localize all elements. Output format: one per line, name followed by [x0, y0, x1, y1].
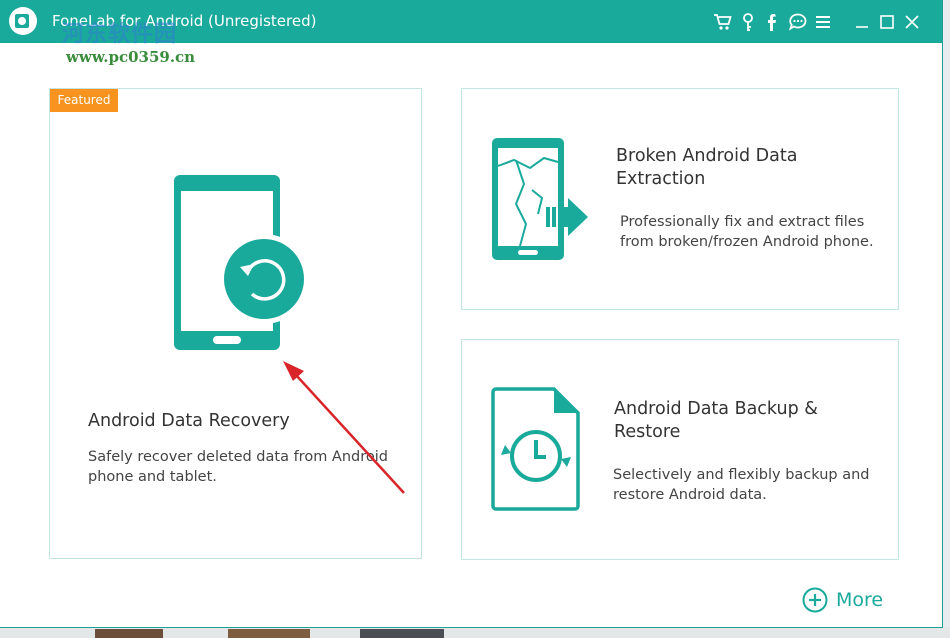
close-icon[interactable]	[900, 10, 924, 34]
featured-badge: Featured	[50, 89, 118, 112]
recovery-description: Safely recover deleted data from Android…	[88, 449, 388, 485]
app-window: FoneLab for Android (Unregistered) 河东软件园…	[0, 0, 942, 627]
phone-recovery-icon	[174, 175, 306, 350]
menu-icon[interactable]	[811, 10, 835, 34]
facebook-icon[interactable]	[761, 10, 785, 34]
broken-phone-icon	[492, 138, 588, 260]
backup-restore-title: Android Data Backup & Restore	[614, 399, 818, 442]
cart-icon[interactable]	[711, 10, 735, 34]
maximize-icon[interactable]	[875, 10, 899, 34]
chat-icon[interactable]	[786, 10, 810, 34]
app-logo-icon	[9, 7, 37, 35]
backup-clock-icon	[491, 387, 580, 511]
watermark-url: www.pc0359.cn	[66, 48, 196, 66]
desktop-background	[942, 0, 950, 638]
desktop-thumbnail	[95, 629, 163, 638]
plus-circle-icon	[802, 587, 828, 613]
android-data-recovery-card[interactable]: Featured Android Data Recovery Safely re…	[49, 88, 422, 559]
desktop-thumbnail	[228, 629, 310, 638]
broken-extraction-description: Professionally fix and extract files fro…	[620, 214, 874, 250]
more-button[interactable]: More	[802, 587, 883, 613]
watermark-site-name: 河东软件园	[62, 21, 178, 47]
more-label: More	[836, 589, 884, 611]
key-icon[interactable]	[736, 10, 760, 34]
desktop-thumbnail	[360, 629, 444, 638]
data-backup-restore-card[interactable]: Android Data Backup & Restore Selectivel…	[461, 339, 899, 560]
title-bar-controls	[710, 10, 924, 34]
backup-restore-description: Selectively and flexibly backup and rest…	[613, 467, 870, 503]
minimize-icon[interactable]	[850, 10, 874, 34]
broken-extraction-title: Broken Android Data Extraction	[616, 146, 798, 189]
recovery-title: Android Data Recovery	[88, 411, 290, 431]
broken-data-extraction-card[interactable]: Broken Android Data Extraction Professio…	[461, 88, 899, 310]
